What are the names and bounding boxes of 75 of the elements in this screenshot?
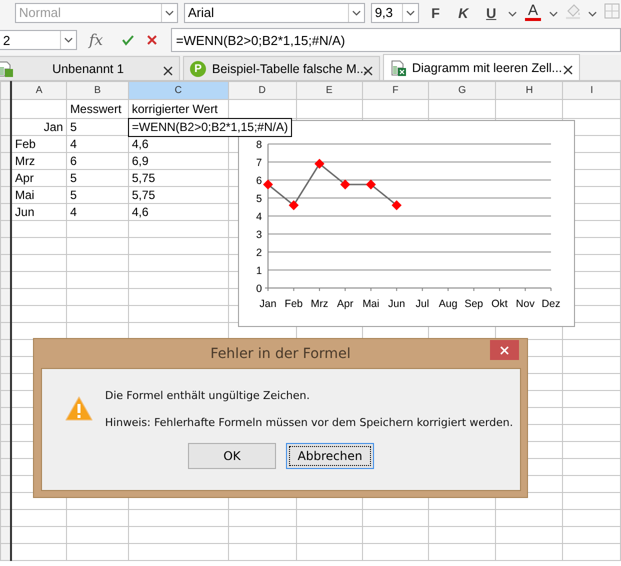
dialog-message: Hinweis: Fehlerhafte Formeln müssen vor dem Speichern korrigiert werden. bbox=[105, 416, 514, 429]
dialog-title: Fehler in der Formel bbox=[209, 346, 352, 362]
table-cell: 4 bbox=[66, 204, 128, 220]
name-box-field[interactable]: 2 bbox=[0, 30, 77, 50]
table-cell: Messwert bbox=[66, 100, 128, 118]
axis-tick-label: Mai bbox=[362, 298, 380, 310]
badge-icon: P bbox=[190, 60, 206, 76]
column-header[interactable]: B bbox=[66, 82, 128, 100]
table-cell: 5 bbox=[66, 170, 128, 186]
table-cell: 4,6 bbox=[128, 136, 228, 152]
axis-tick-label: Jul bbox=[416, 298, 430, 310]
formula-input-field[interactable]: =WENN(B2>0;B2*1,15;#N/A) bbox=[171, 28, 621, 52]
dialog-button[interactable]: Abbrechen bbox=[286, 443, 374, 469]
bold-button[interactable]: F bbox=[424, 2, 446, 22]
axis-tick-label: Jan bbox=[260, 298, 276, 310]
table-cell: Feb bbox=[11, 136, 67, 152]
column-header[interactable]: F bbox=[362, 82, 429, 100]
close-icon bbox=[500, 346, 509, 354]
table-cell: Apr bbox=[11, 170, 67, 186]
document-tab[interactable]: Unbenannt 1 bbox=[0, 56, 180, 80]
table-cell: 6,9 bbox=[128, 152, 228, 170]
axis-tick-label: Mrz bbox=[310, 298, 328, 310]
underline-button[interactable]: U bbox=[480, 2, 502, 22]
axis-tick-label: 0 bbox=[256, 283, 262, 295]
warning-icon bbox=[65, 395, 93, 423]
axis-tick-label: Feb bbox=[284, 298, 303, 310]
axis-tick-label: 1 bbox=[256, 265, 262, 277]
axis-tick-label: Nov bbox=[516, 298, 535, 310]
column-header[interactable]: H bbox=[496, 82, 563, 100]
axis-tick-label: Okt bbox=[491, 298, 508, 310]
table-cell: 4 bbox=[66, 136, 128, 152]
document-tab[interactable]: P Beispiel-Tabelle falsche M... bbox=[183, 56, 380, 80]
axis-tick-label: 8 bbox=[256, 139, 262, 151]
font-color-button[interactable]: A bbox=[523, 4, 543, 21]
axis-tick-label: 5 bbox=[256, 193, 262, 205]
italic-button[interactable]: K bbox=[452, 2, 474, 22]
column-header[interactable]: G bbox=[428, 82, 496, 100]
close-icon[interactable] bbox=[163, 64, 173, 74]
table-cell: Jun bbox=[11, 204, 67, 220]
table-cell: 5 bbox=[66, 186, 128, 204]
font-field[interactable]: Arial bbox=[184, 2, 365, 22]
accept-icon[interactable] bbox=[121, 33, 135, 47]
spreadsheet-icon bbox=[0, 60, 13, 76]
table-cell: 6 bbox=[66, 152, 128, 170]
table-cell: Jan bbox=[11, 118, 67, 136]
cancel-icon[interactable] bbox=[145, 33, 159, 47]
axis-tick-label: 3 bbox=[256, 229, 262, 241]
column-header[interactable]: A bbox=[11, 82, 67, 100]
table-cell: Mrz bbox=[11, 152, 67, 170]
column-header[interactable]: D bbox=[228, 82, 296, 100]
table-cell: 5,75 bbox=[128, 186, 228, 204]
axis-tick-label: 2 bbox=[256, 247, 262, 259]
axis-tick-label: Sep bbox=[464, 298, 484, 310]
cell-editor[interactable]: =WENN(B2>0;B2*1,15;#N/A) bbox=[128, 118, 292, 137]
column-header[interactable]: E bbox=[296, 82, 362, 100]
dialog-button[interactable]: OK bbox=[188, 443, 276, 469]
axis-tick-label: 6 bbox=[256, 175, 262, 187]
axis-tick-label: 7 bbox=[256, 157, 262, 169]
table-cell: 4,6 bbox=[128, 204, 228, 220]
column-header[interactable]: C bbox=[128, 82, 228, 100]
column-header[interactable]: I bbox=[562, 82, 620, 100]
table-cell: 5,75 bbox=[128, 170, 228, 186]
axis-tick-label: Dez bbox=[542, 298, 560, 310]
axis-tick-label: Aug bbox=[438, 298, 458, 310]
font-size-field[interactable]: 9,3 bbox=[370, 2, 419, 22]
table-cell: Mai bbox=[11, 186, 67, 204]
axis-tick-label: Apr bbox=[337, 298, 354, 310]
dialog-message: Die Formel enthält ungültige Zeichen. bbox=[105, 389, 311, 402]
spreadsheet-icon bbox=[390, 60, 406, 76]
axis-tick-label: Jun bbox=[388, 298, 406, 310]
function-wizard-button[interactable]: fx bbox=[89, 31, 111, 49]
close-icon[interactable] bbox=[563, 62, 573, 72]
close-button[interactable] bbox=[490, 340, 519, 360]
axis-tick-label: 4 bbox=[256, 211, 262, 223]
document-tab[interactable]: Diagramm mit leeren Zell... bbox=[383, 54, 580, 80]
